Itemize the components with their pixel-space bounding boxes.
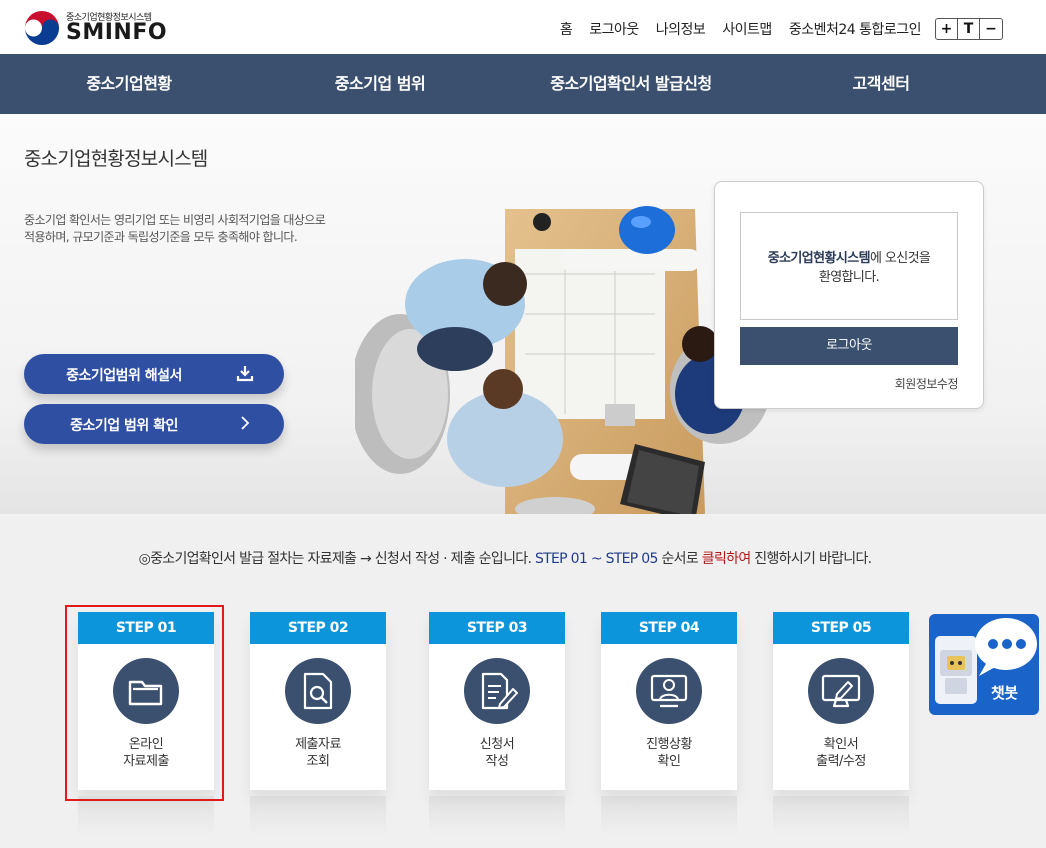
font-reset-button[interactable]: T bbox=[958, 19, 980, 39]
integrated-login-link[interactable]: 중소벤처24 통합로그인 bbox=[789, 19, 922, 39]
page-title: 중소기업현황정보시스템 bbox=[24, 148, 208, 170]
document-search-icon bbox=[285, 658, 351, 724]
nav-item-company-range[interactable]: 중소기업 범위 bbox=[258, 54, 502, 114]
welcome-message: 중소기업현황시스템에 오신것을 환영합니다. bbox=[740, 212, 958, 320]
nav-item-company-status[interactable]: 중소기업현황 bbox=[0, 54, 258, 114]
hero-description: 중소기업 확인서는 영리기업 또는 비영리 사회적기업을 대상으로 적용하며, … bbox=[24, 213, 326, 244]
taegeuk-logo-icon bbox=[24, 10, 60, 46]
notice-click-emphasis: 클릭하여 bbox=[701, 551, 751, 567]
notice-text-2: 순서로 bbox=[661, 551, 699, 567]
step-01-reflection bbox=[78, 796, 214, 836]
step-02-label-line2: 조회 bbox=[306, 754, 330, 769]
range-check-button[interactable]: 중소기업 범위 확인 bbox=[24, 404, 284, 444]
nav-item-customer-center[interactable]: 고객센터 bbox=[760, 54, 1002, 114]
step-04-label-line2: 확인 bbox=[657, 754, 681, 769]
my-info-link[interactable]: 나의정보 bbox=[656, 19, 706, 39]
logout-button[interactable]: 로그아웃 bbox=[740, 327, 958, 365]
font-size-controls: + T − bbox=[935, 18, 1003, 40]
step-04-card[interactable]: STEP 04 진행상황 확인 bbox=[601, 612, 737, 790]
download-icon bbox=[236, 366, 254, 382]
step-05-label-line1: 확인서 bbox=[823, 737, 859, 752]
login-panel: 중소기업현황시스템에 오신것을 환영합니다. 로그아웃 회원정보수정 bbox=[714, 181, 984, 409]
chatbot-icon bbox=[935, 618, 1037, 704]
office-meeting-illustration bbox=[355, 206, 770, 514]
header: 중소기업현황정보시스템 SMINFO 홈 로그아웃 나의정보 사이트맵 중소벤처… bbox=[0, 0, 1046, 54]
range-check-label: 중소기업 범위 확인 bbox=[70, 418, 178, 434]
welcome-system-name: 중소기업현황시스템 bbox=[767, 251, 871, 266]
chevron-right-icon bbox=[241, 416, 250, 430]
step-05-header: STEP 05 bbox=[773, 612, 909, 644]
nav-item-certificate-apply[interactable]: 중소기업확인서 발급신청 bbox=[502, 54, 760, 114]
step-03-reflection bbox=[429, 796, 565, 836]
step-02-header: STEP 02 bbox=[250, 612, 386, 644]
document-edit-icon bbox=[464, 658, 530, 724]
chatbot-button[interactable]: 챗봇 bbox=[929, 614, 1039, 715]
sitemap-link[interactable]: 사이트맵 bbox=[722, 19, 772, 39]
step-01-highlight-frame bbox=[65, 605, 224, 801]
procedure-notice: ◎중소기업확인서 발급 절차는 자료제출 → 신청서 작성 · 제출 순입니다.… bbox=[0, 548, 1010, 568]
person-monitor-icon bbox=[636, 658, 702, 724]
welcome-text-line2: 환영합니다. bbox=[818, 270, 880, 285]
notice-text-3: 진행하시기 바랍니다. bbox=[754, 551, 872, 567]
step-05-card[interactable]: STEP 05 확인서 출력/수정 bbox=[773, 612, 909, 790]
welcome-text: 에 오신것을 bbox=[869, 251, 931, 266]
step-05-label-line2: 출력/수정 bbox=[816, 754, 866, 769]
steps-section: ◎중소기업확인서 발급 절차는 자료제출 → 신청서 작성 · 제출 순입니다.… bbox=[0, 514, 1046, 848]
monitor-edit-icon bbox=[808, 658, 874, 724]
step-04-label-line1: 진행상황 bbox=[646, 737, 692, 752]
sminfo-logo[interactable]: 중소기업현황정보시스템 SMINFO bbox=[24, 8, 174, 48]
font-decrease-button[interactable]: − bbox=[980, 19, 1002, 39]
step-03-label: 신청서 작성 bbox=[429, 736, 565, 770]
hero-section: 중소기업현황정보시스템 중소기업 확인서는 영리기업 또는 비영리 사회적기업을… bbox=[0, 114, 1046, 514]
step-02-label: 제출자료 조회 bbox=[250, 736, 386, 770]
step-02-label-line1: 제출자료 bbox=[295, 737, 341, 752]
step-03-label-line2: 작성 bbox=[485, 754, 509, 769]
step-05-label: 확인서 출력/수정 bbox=[773, 736, 909, 770]
step-03-label-line1: 신청서 bbox=[479, 737, 515, 752]
step-04-label: 진행상황 확인 bbox=[601, 736, 737, 770]
step-03-header: STEP 03 bbox=[429, 612, 565, 644]
utility-menu: 홈 로그아웃 나의정보 사이트맵 중소벤처24 통합로그인 + T − bbox=[543, 18, 1046, 40]
range-guide-label: 중소기업범위 해설서 bbox=[66, 368, 182, 384]
step-02-card[interactable]: STEP 02 제출자료 조회 bbox=[250, 612, 386, 790]
logo-title: SMINFO bbox=[66, 20, 168, 45]
notice-step-range: STEP 01 ~ STEP 05 bbox=[535, 551, 658, 567]
logout-link[interactable]: 로그아웃 bbox=[589, 19, 639, 39]
step-02-reflection bbox=[250, 796, 386, 836]
home-link[interactable]: 홈 bbox=[560, 19, 573, 39]
member-info-edit-link[interactable]: 회원정보수정 bbox=[895, 375, 959, 392]
chatbot-label: 챗봇 bbox=[991, 684, 1018, 702]
step-04-reflection bbox=[601, 796, 737, 836]
step-03-card[interactable]: STEP 03 신청서 작성 bbox=[429, 612, 565, 790]
step-04-header: STEP 04 bbox=[601, 612, 737, 644]
main-nav: 중소기업현황 중소기업 범위 중소기업확인서 발급신청 고객센터 bbox=[0, 54, 1046, 114]
font-increase-button[interactable]: + bbox=[936, 19, 958, 39]
range-guide-download-button[interactable]: 중소기업범위 해설서 bbox=[24, 354, 284, 394]
notice-text-1: ◎중소기업확인서 발급 절차는 자료제출 → 신청서 작성 · 제출 순입니다. bbox=[138, 551, 532, 567]
step-05-reflection bbox=[773, 796, 909, 836]
